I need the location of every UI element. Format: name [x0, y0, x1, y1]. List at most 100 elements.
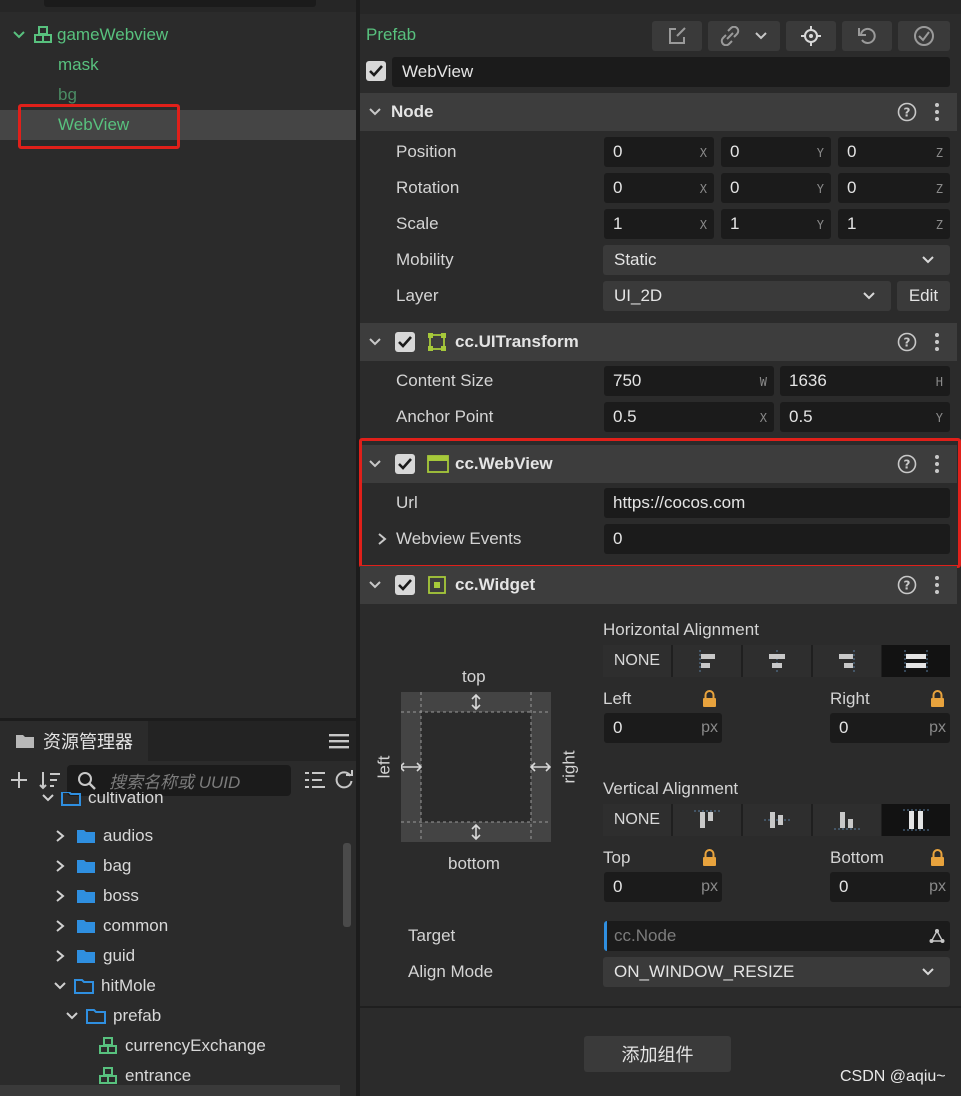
axis-label: X [699, 146, 707, 160]
chevron-down-icon[interactable] [368, 335, 382, 349]
align-mode-select[interactable]: ON_WINDOW_RESIZE [603, 957, 950, 987]
content-width-input[interactable]: 750 W [604, 366, 774, 396]
chevron-right-icon[interactable] [54, 919, 66, 933]
edit-prefab-button[interactable] [652, 21, 702, 51]
lock-icon[interactable] [702, 690, 717, 708]
asset-folder-hitMole[interactable]: hitMole [0, 971, 340, 1001]
revert-prefab-button[interactable] [842, 21, 892, 51]
anchor-y-input[interactable]: 0.5 Y [780, 402, 950, 432]
asset-folder-prefab[interactable]: prefab [0, 1001, 340, 1031]
h-align-stretch-button[interactable] [882, 645, 950, 677]
more-menu-icon[interactable] [931, 332, 943, 352]
asset-label: prefab [113, 1006, 162, 1025]
edit-layer-button[interactable]: Edit [897, 281, 950, 311]
list-filter-icon[interactable] [304, 771, 326, 789]
axis-label: Z [935, 218, 943, 232]
asset-prefab-currencyExchange[interactable]: currencyExchange [0, 1031, 340, 1061]
anchor-x-input[interactable]: 0.5 X [604, 402, 774, 432]
position-x-input[interactable]: 0X [604, 137, 714, 167]
hierarchy-search-input[interactable] [44, 0, 316, 7]
right-offset-input[interactable]: 0 px [830, 713, 950, 743]
help-icon[interactable]: ? [897, 332, 917, 352]
add-component-button[interactable]: 添加组件 [584, 1036, 731, 1072]
lock-icon[interactable] [930, 690, 945, 708]
scrollbar-thumb[interactable] [343, 843, 351, 927]
component-enabled-checkbox[interactable] [395, 332, 415, 352]
align-right-icon [834, 650, 860, 672]
chevron-right-icon[interactable] [54, 829, 66, 843]
asset-folder-boss[interactable]: boss [0, 881, 340, 911]
refresh-icon[interactable] [334, 770, 354, 790]
search-placeholder: 搜索名称或 UUID [109, 773, 241, 792]
h-align-center-button[interactable] [743, 645, 811, 677]
top-offset-input[interactable]: 0 px [604, 872, 722, 902]
bottom-offset-input[interactable]: 0 px [830, 872, 950, 902]
asset-folder-common[interactable]: common [0, 911, 340, 941]
apply-prefab-button[interactable] [898, 21, 950, 51]
v-align-none-button[interactable]: NONE [603, 804, 671, 836]
mobility-select[interactable]: Static [603, 245, 950, 275]
widget-alignment-diagram[interactable] [401, 692, 551, 842]
position-z-input[interactable]: 0Z [838, 137, 950, 167]
chevron-down-icon[interactable] [65, 1009, 79, 1023]
asset-folder-bag[interactable]: bag [0, 851, 340, 881]
lock-icon[interactable] [702, 849, 717, 867]
add-icon[interactable] [9, 770, 29, 790]
scale-z-input[interactable]: 1Z [838, 209, 950, 239]
node-active-checkbox[interactable] [366, 61, 386, 81]
help-icon[interactable]: ? [897, 102, 917, 122]
value: 0 [847, 178, 857, 197]
assets-panel: 资源管理器 搜索名称或 UUID cultivation audios bag [0, 718, 358, 1096]
tree-item-gameWebview[interactable]: gameWebview [0, 20, 358, 50]
asset-folder-cultivation[interactable]: cultivation [0, 792, 340, 814]
left-offset-input[interactable]: 0 px [604, 713, 722, 743]
tree-item-label: gameWebview [57, 25, 169, 44]
component-enabled-checkbox[interactable] [395, 575, 415, 595]
content-height-input[interactable]: 1636 H [780, 366, 950, 396]
chevron-right-icon[interactable] [54, 949, 66, 963]
h-align-right-button[interactable] [813, 645, 881, 677]
layer-select[interactable]: UI_2D [603, 281, 891, 311]
widget-section-header[interactable]: cc.Widget ? [360, 566, 957, 604]
rotation-label: Rotation [396, 178, 460, 197]
chevron-right-icon[interactable] [54, 859, 66, 873]
more-menu-icon[interactable] [931, 102, 943, 122]
asset-folder-guid[interactable]: guid [0, 941, 340, 971]
unlink-prefab-button[interactable] [708, 21, 780, 51]
asset-prefab-entrance[interactable]: entrance [0, 1061, 340, 1091]
help-icon[interactable]: ? [897, 575, 917, 595]
assets-tab[interactable]: 资源管理器 [0, 721, 148, 761]
uitransform-section-header[interactable]: cc.UITransform ? [360, 323, 957, 361]
scale-y-input[interactable]: 1Y [721, 209, 831, 239]
chevron-down-icon[interactable] [12, 28, 26, 42]
value: 0 [847, 142, 857, 161]
rotation-z-input[interactable]: 0Z [838, 173, 950, 203]
lock-icon[interactable] [930, 849, 945, 867]
h-align-none-button[interactable]: NONE [603, 645, 671, 677]
chevron-down-icon[interactable] [53, 979, 67, 993]
chevron-down-icon[interactable] [368, 105, 382, 119]
target-node-field[interactable]: cc.Node [604, 921, 950, 951]
tree-item-mask[interactable]: mask [0, 50, 358, 80]
h-align-left-button[interactable] [673, 645, 741, 677]
rotation-x-input[interactable]: 0X [604, 173, 714, 203]
asset-folder-audios[interactable]: audios [0, 821, 340, 851]
locate-prefab-button[interactable] [786, 21, 836, 51]
menu-icon[interactable] [329, 733, 349, 749]
node-picker-icon[interactable] [929, 928, 945, 944]
v-align-bottom-button[interactable] [813, 804, 881, 836]
v-align-top-button[interactable] [673, 804, 741, 836]
node-name-input[interactable]: WebView [392, 57, 950, 87]
node-section-header[interactable]: Node ? [360, 93, 957, 131]
more-menu-icon[interactable] [931, 575, 943, 595]
chevron-right-icon[interactable] [54, 889, 66, 903]
sort-icon[interactable] [39, 770, 61, 790]
chevron-down-icon[interactable] [368, 578, 382, 592]
rotation-y-input[interactable]: 0Y [721, 173, 831, 203]
position-y-input[interactable]: 0Y [721, 137, 831, 167]
v-align-stretch-button[interactable] [882, 804, 950, 836]
scale-x-input[interactable]: 1X [604, 209, 714, 239]
folder-open-icon [74, 978, 94, 994]
v-align-middle-button[interactable] [743, 804, 811, 836]
asset-label: guid [103, 946, 136, 965]
